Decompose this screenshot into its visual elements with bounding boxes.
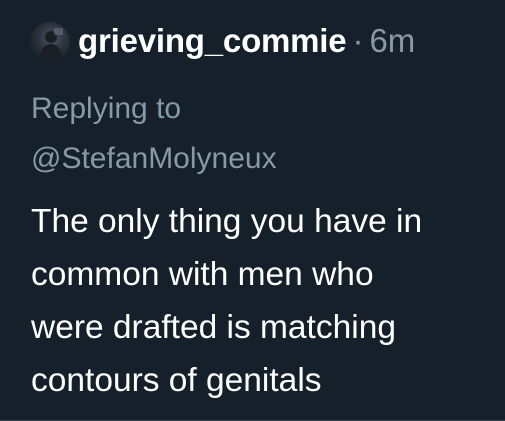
tweet-text-line: common with men who (31, 256, 374, 293)
replying-to: Replying to @StefanMolyneux (31, 84, 277, 184)
avatar-photo-icon (39, 28, 63, 62)
replying-label: Replying to (31, 92, 182, 125)
timestamp[interactable]: 6m (369, 22, 415, 60)
tweet-header: grieving_commie · 6m (78, 22, 415, 66)
tweet-text-line: contours of genitals (31, 362, 322, 399)
username[interactable]: grieving_commie (78, 22, 347, 60)
tweet-text-line: were drafted is matching (31, 309, 396, 346)
tweet-text-line: The only thing you have in (31, 203, 423, 240)
tweet-text: The only thing you have in common with m… (31, 195, 501, 407)
separator-dot: · (352, 22, 364, 59)
tweet-card: grieving_commie · 6m Replying to @Stefan… (0, 0, 505, 421)
reply-mention-link[interactable]: @StefanMolyneux (31, 134, 277, 184)
avatar[interactable] (30, 22, 70, 62)
